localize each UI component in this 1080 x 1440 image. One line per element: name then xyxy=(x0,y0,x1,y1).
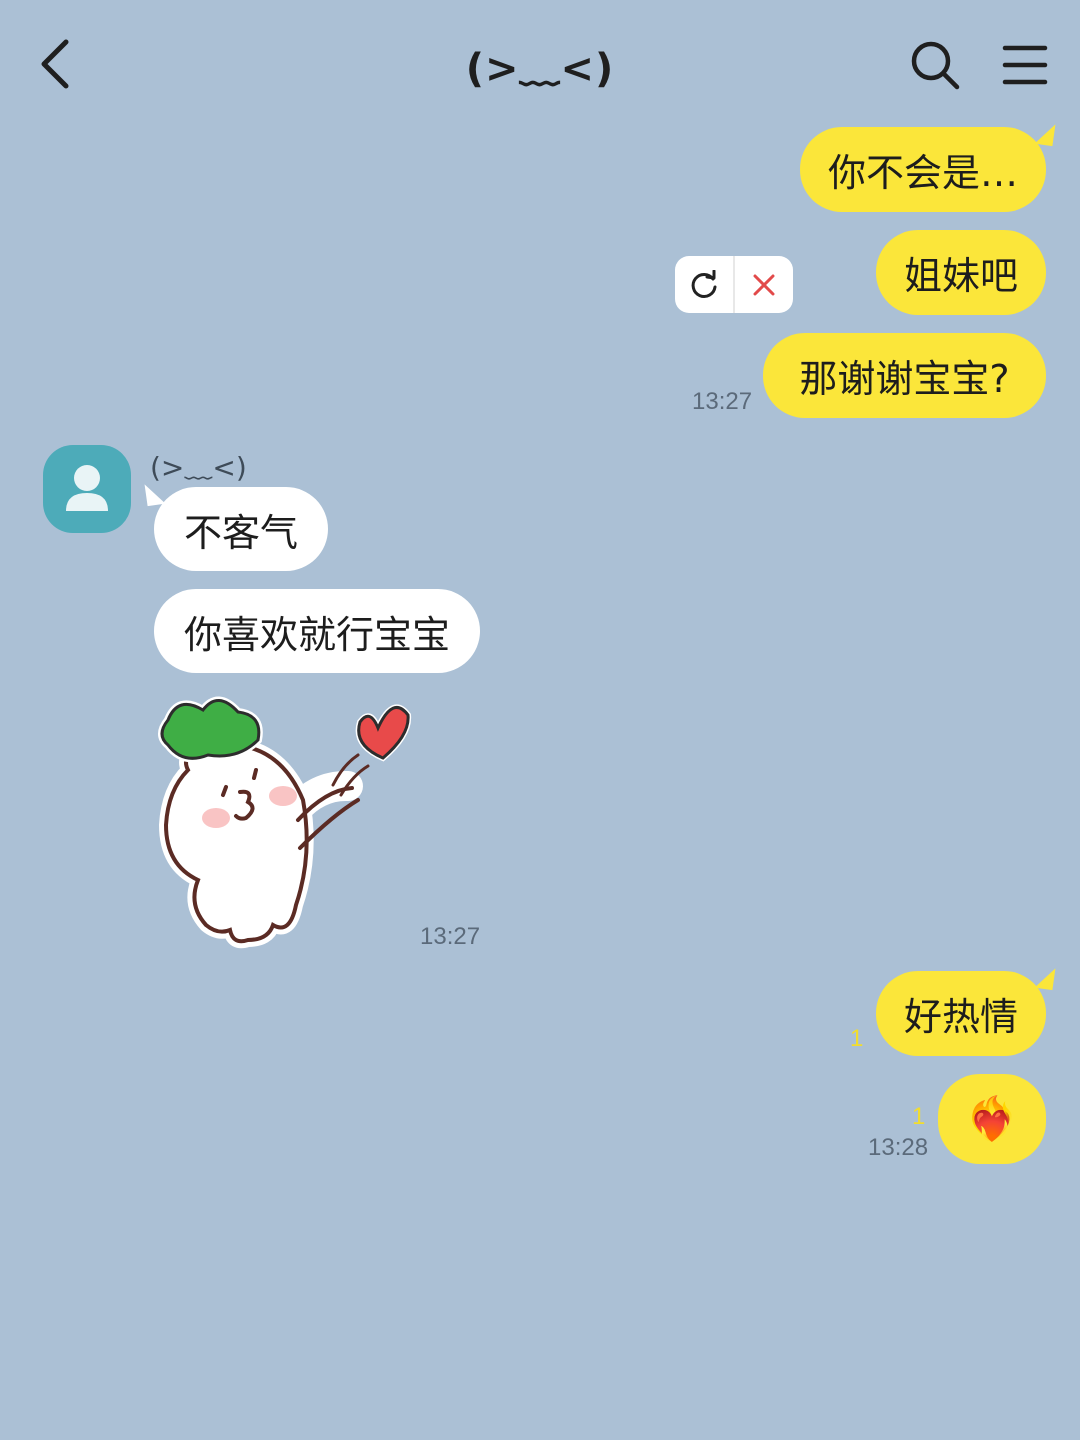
unread-count: 1 xyxy=(850,1025,864,1052)
message-text: 不客气 xyxy=(184,510,299,555)
outgoing-message[interactable]: 姐妹吧 xyxy=(876,230,1046,315)
bubble-tail xyxy=(1034,121,1056,147)
message-text: 姐妹吧 xyxy=(903,254,1018,298)
person-icon xyxy=(66,465,108,511)
message-text: 你不会是… xyxy=(827,151,1018,195)
search-icon xyxy=(911,41,960,90)
outgoing-message[interactable]: 那谢谢宝宝? xyxy=(763,333,1046,418)
outgoing-message[interactable]: 好热情 xyxy=(876,965,1056,1056)
outgoing-message[interactable]: 你不会是… xyxy=(800,121,1056,212)
message-timestamp: 13:28 xyxy=(868,1134,929,1161)
message-text: 那谢谢宝宝? xyxy=(799,357,1010,401)
message-text: 你喜欢就行宝宝 xyxy=(184,612,451,657)
refresh-icon xyxy=(691,269,717,298)
hamburger-menu-icon xyxy=(1002,45,1048,85)
incoming-message[interactable]: 不客气 xyxy=(144,481,329,571)
sender-name: (>﹏<) xyxy=(150,451,247,484)
close-icon xyxy=(753,274,775,295)
retry-button[interactable] xyxy=(675,256,735,313)
radish-sticker-icon xyxy=(158,696,412,949)
cancel-button[interactable] xyxy=(735,256,793,313)
outgoing-emoji-message[interactable]: ❤️‍🔥 xyxy=(938,1074,1046,1164)
failed-message-controls xyxy=(675,256,793,313)
message-timestamp: 13:27 xyxy=(420,923,481,950)
search-button[interactable] xyxy=(908,38,962,92)
incoming-message[interactable]: 你喜欢就行宝宝 xyxy=(154,589,481,673)
menu-button[interactable] xyxy=(1000,42,1050,88)
message-timestamp: 13:27 xyxy=(692,388,753,415)
heart-on-fire-emoji: ❤️‍🔥 xyxy=(965,1094,1019,1143)
bubble-tail xyxy=(144,481,166,507)
avatar[interactable] xyxy=(43,445,131,533)
unread-count: 1 xyxy=(912,1103,926,1130)
sticker-message[interactable] xyxy=(148,690,413,955)
bubble-tail xyxy=(1034,965,1056,991)
message-text: 好热情 xyxy=(903,995,1018,1039)
